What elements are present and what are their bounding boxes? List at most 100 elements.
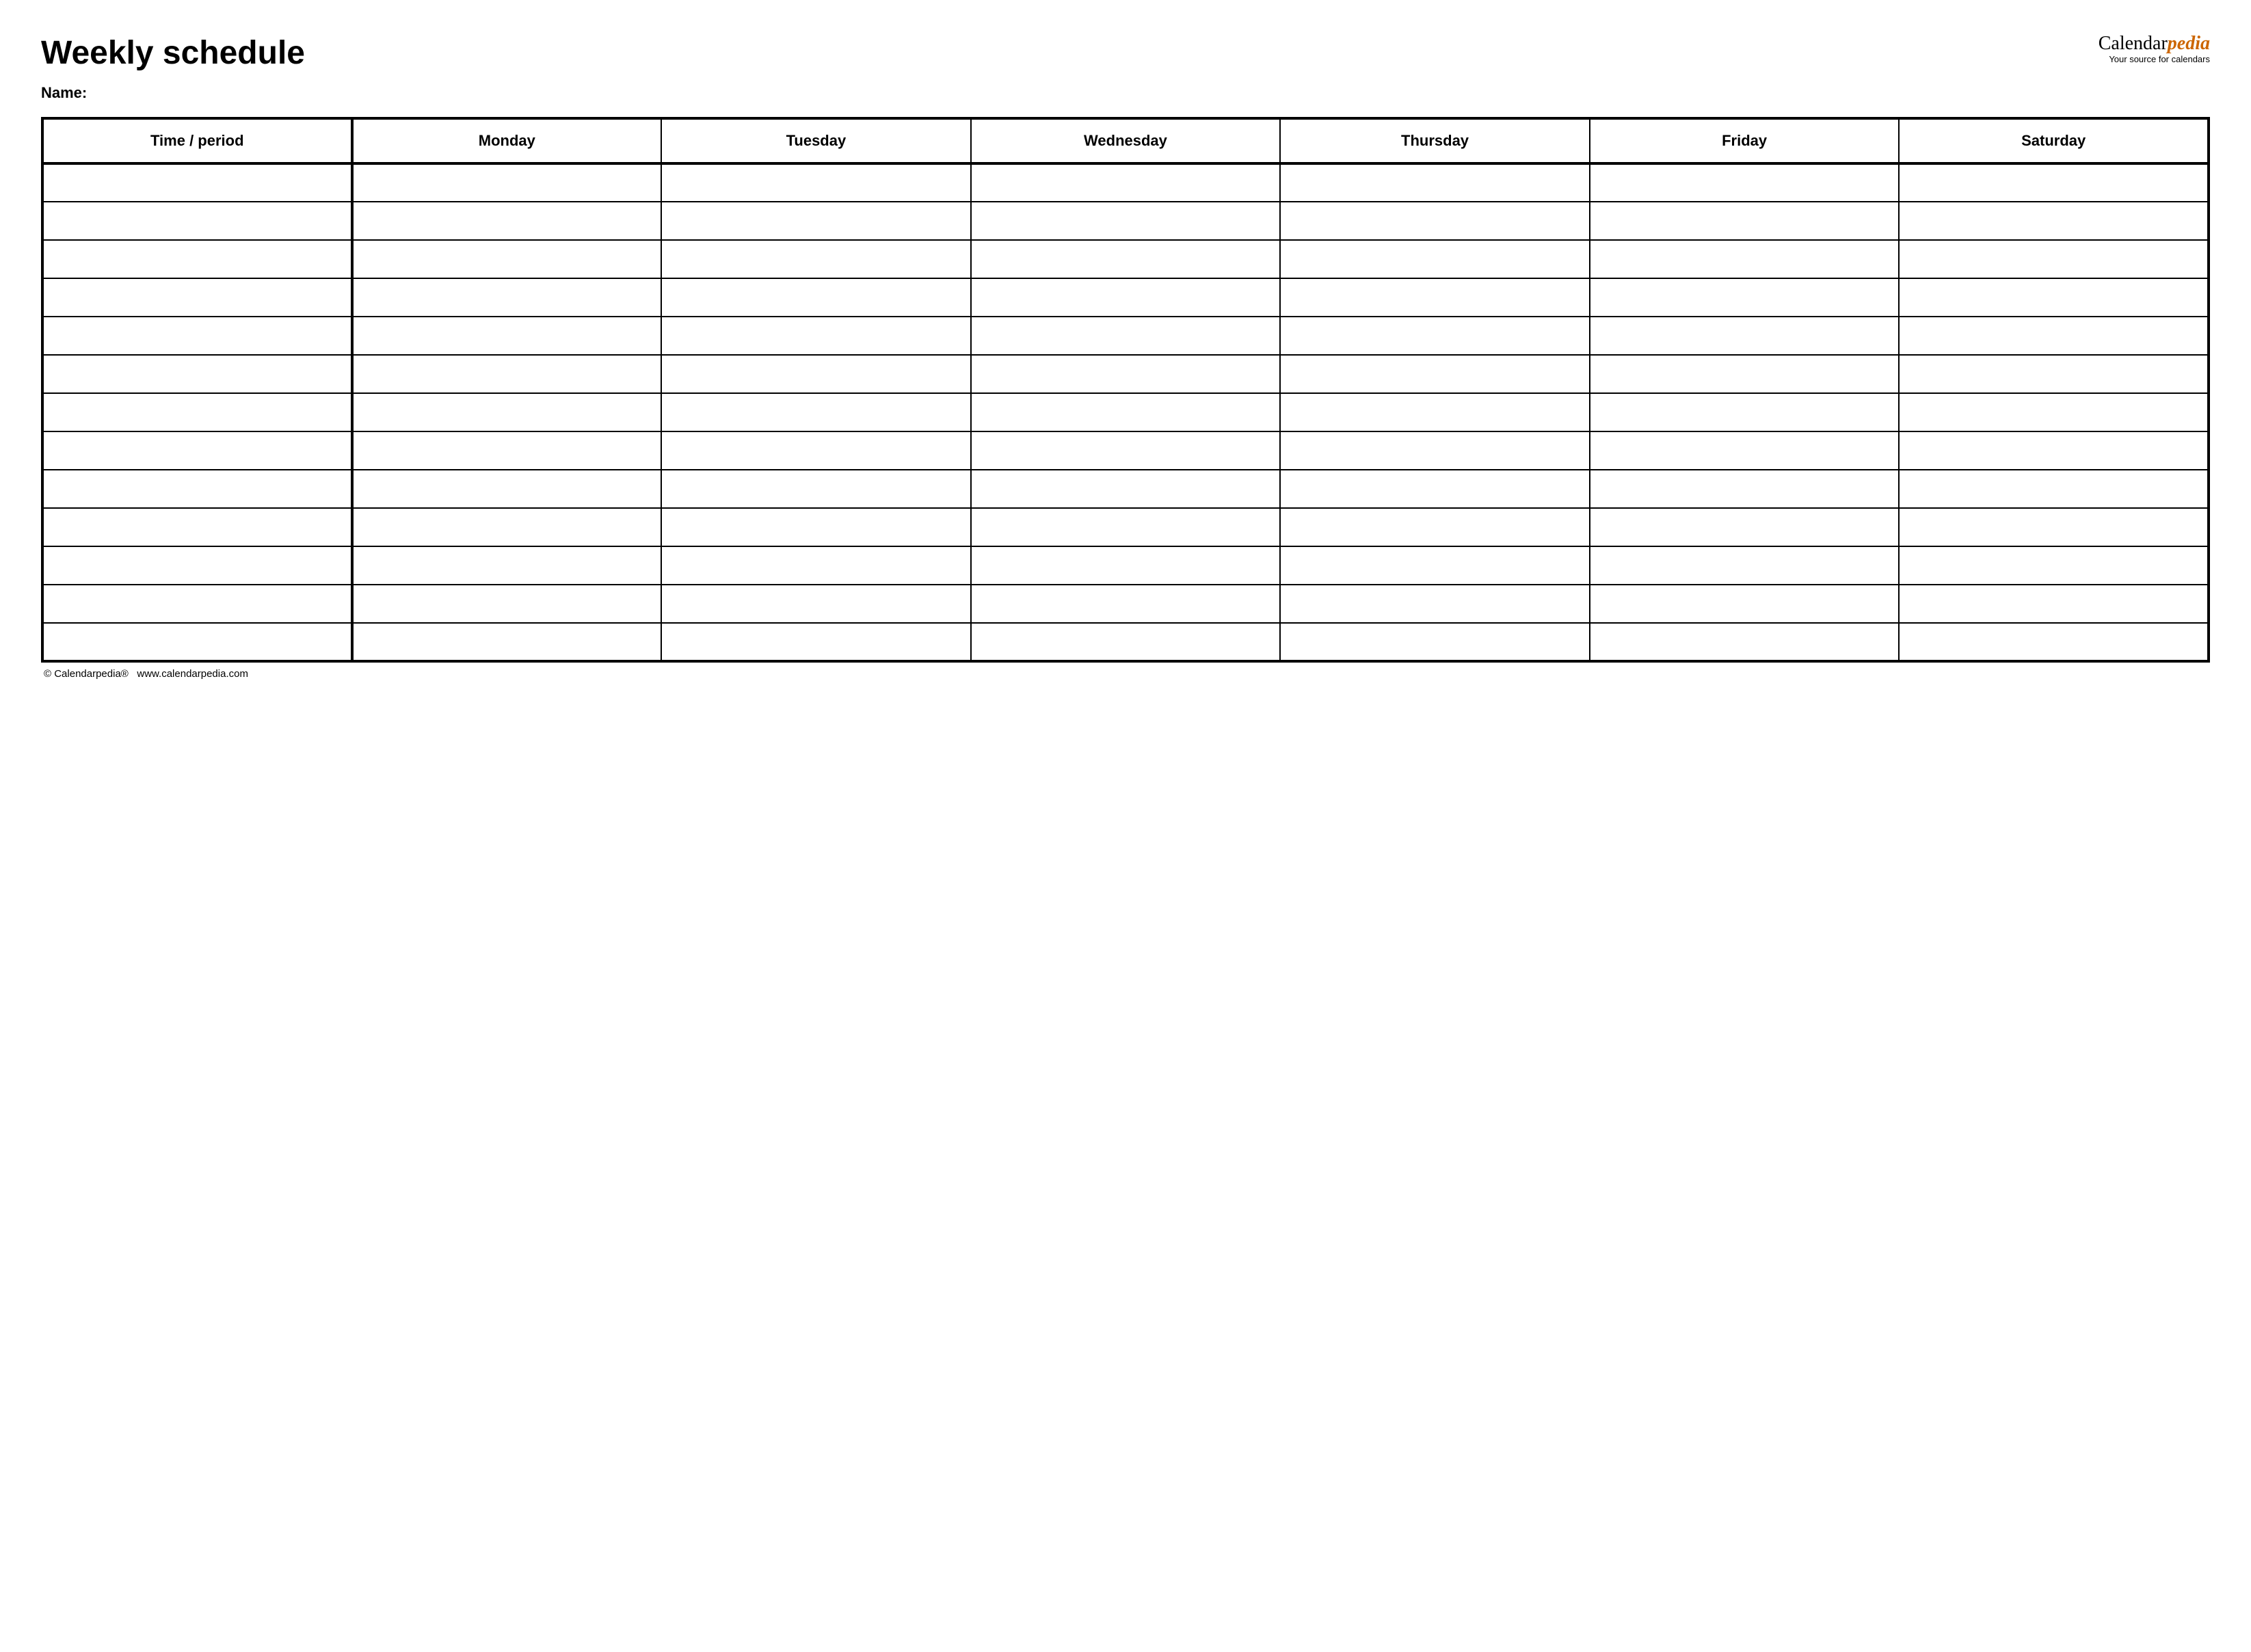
table-cell xyxy=(971,355,1281,393)
column-header-wednesday: Wednesday xyxy=(971,118,1281,163)
schedule-table-head: Time / period Monday Tuesday Wednesday T… xyxy=(42,118,2209,163)
table-row xyxy=(42,317,2209,355)
brand-tagline: Your source for calendars xyxy=(2099,55,2210,64)
table-cell xyxy=(1899,240,2209,278)
table-cell xyxy=(1899,202,2209,240)
table-cell xyxy=(971,546,1281,585)
table-row xyxy=(42,470,2209,508)
table-cell xyxy=(352,278,662,317)
schedule-table-body xyxy=(42,163,2209,661)
footer-copyright: © Calendarpedia® xyxy=(44,668,129,680)
table-cell xyxy=(1280,508,1590,546)
table-cell xyxy=(661,623,971,661)
table-cell xyxy=(971,240,1281,278)
table-cell xyxy=(352,163,662,202)
table-row xyxy=(42,202,2209,240)
table-cell xyxy=(1280,585,1590,623)
brand-accent: pedia xyxy=(2168,33,2210,54)
table-row xyxy=(42,163,2209,202)
schedule-header-row: Time / period Monday Tuesday Wednesday T… xyxy=(42,118,2209,163)
page-header: Weekly schedule Calendarpedia Your sourc… xyxy=(41,34,2210,72)
table-cell xyxy=(352,355,662,393)
table-cell xyxy=(1899,393,2209,431)
table-cell xyxy=(42,163,352,202)
table-cell xyxy=(352,202,662,240)
table-cell xyxy=(42,278,352,317)
table-cell xyxy=(661,202,971,240)
table-cell xyxy=(1590,431,1900,470)
table-cell xyxy=(1590,623,1900,661)
table-cell xyxy=(42,623,352,661)
table-cell xyxy=(1280,393,1590,431)
column-header-time: Time / period xyxy=(42,118,352,163)
table-cell xyxy=(661,546,971,585)
table-cell xyxy=(1899,278,2209,317)
table-cell xyxy=(42,240,352,278)
table-cell xyxy=(1899,355,2209,393)
table-cell xyxy=(352,431,662,470)
column-header-saturday: Saturday xyxy=(1899,118,2209,163)
brand-name: Calendarpedia xyxy=(2099,34,2210,53)
table-row xyxy=(42,393,2209,431)
table-cell xyxy=(1899,317,2209,355)
table-row xyxy=(42,585,2209,623)
table-row xyxy=(42,278,2209,317)
table-cell xyxy=(42,317,352,355)
table-row xyxy=(42,431,2209,470)
table-cell xyxy=(971,623,1281,661)
table-cell xyxy=(1280,278,1590,317)
table-cell xyxy=(42,470,352,508)
brand-block: Calendarpedia Your source for calendars xyxy=(2099,34,2210,64)
column-header-tuesday: Tuesday xyxy=(661,118,971,163)
table-cell xyxy=(661,393,971,431)
table-cell xyxy=(352,470,662,508)
table-cell xyxy=(971,431,1281,470)
brand-prefix: Calendar xyxy=(2099,33,2168,54)
table-cell xyxy=(971,393,1281,431)
table-cell xyxy=(1280,240,1590,278)
table-cell xyxy=(1899,585,2209,623)
table-cell xyxy=(352,623,662,661)
table-cell xyxy=(352,585,662,623)
table-cell xyxy=(1590,508,1900,546)
column-header-thursday: Thursday xyxy=(1280,118,1590,163)
table-cell xyxy=(352,508,662,546)
table-cell xyxy=(1590,317,1900,355)
footer: © Calendarpedia® www.calendarpedia.com xyxy=(41,668,2210,680)
table-cell xyxy=(352,240,662,278)
table-cell xyxy=(1590,278,1900,317)
table-cell xyxy=(1590,585,1900,623)
table-cell xyxy=(42,546,352,585)
name-label: Name: xyxy=(41,84,2210,102)
table-cell xyxy=(1899,431,2209,470)
table-cell xyxy=(661,240,971,278)
table-cell xyxy=(661,470,971,508)
table-cell xyxy=(352,317,662,355)
table-cell xyxy=(971,585,1281,623)
table-cell xyxy=(1590,470,1900,508)
table-cell xyxy=(661,508,971,546)
column-header-monday: Monday xyxy=(352,118,662,163)
table-cell xyxy=(1280,546,1590,585)
table-cell xyxy=(661,585,971,623)
table-cell xyxy=(1280,470,1590,508)
table-cell xyxy=(661,163,971,202)
table-cell xyxy=(1280,431,1590,470)
table-row xyxy=(42,546,2209,585)
table-cell xyxy=(1590,393,1900,431)
table-cell xyxy=(42,431,352,470)
table-cell xyxy=(1280,202,1590,240)
table-cell xyxy=(1280,623,1590,661)
table-cell xyxy=(1590,355,1900,393)
table-cell xyxy=(661,317,971,355)
table-cell xyxy=(42,508,352,546)
table-cell xyxy=(971,202,1281,240)
table-row xyxy=(42,240,2209,278)
table-cell xyxy=(42,393,352,431)
table-cell xyxy=(661,278,971,317)
table-cell xyxy=(42,202,352,240)
footer-website: www.calendarpedia.com xyxy=(137,668,248,680)
table-cell xyxy=(661,355,971,393)
table-cell xyxy=(352,546,662,585)
table-cell xyxy=(1280,317,1590,355)
